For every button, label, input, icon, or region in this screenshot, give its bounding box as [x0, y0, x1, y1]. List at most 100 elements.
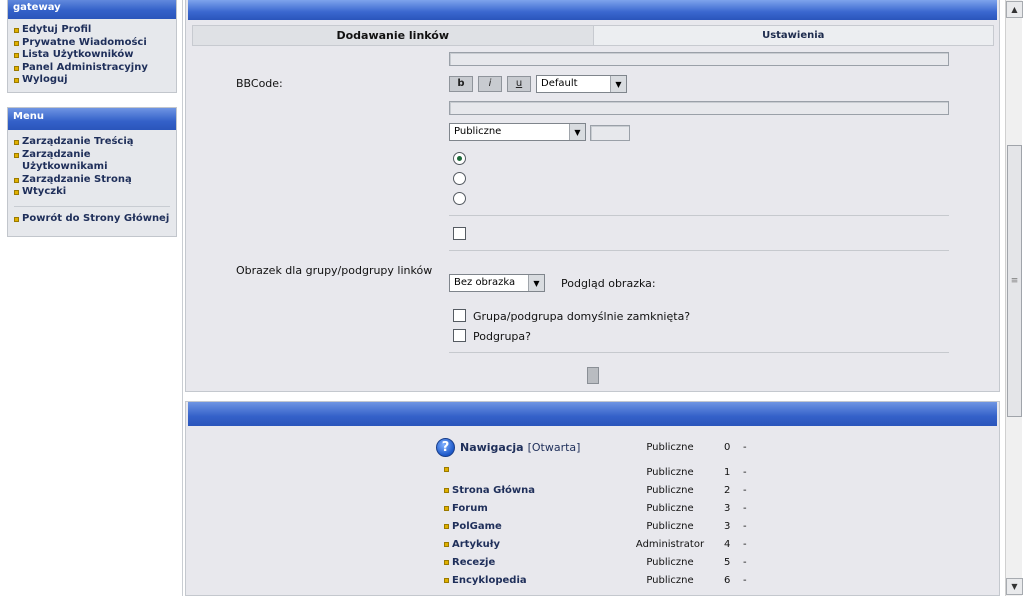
nav-link[interactable]: Forum — [444, 503, 488, 514]
sidebar-link-back-home[interactable]: Powrót do Strony Głównej — [14, 213, 170, 226]
nav-group-access: Publiczne — [646, 442, 694, 453]
nav-group-status: [Otwarta] — [527, 441, 581, 454]
nav-group-title[interactable]: ? Nawigacja [Otwarta] — [436, 438, 580, 457]
square-bullet-icon — [14, 140, 19, 145]
bold-button[interactable]: b — [449, 76, 473, 92]
nav-link-dash: - — [743, 485, 747, 496]
order-input[interactable] — [590, 125, 630, 141]
nav-link-order: 6 — [724, 575, 731, 586]
square-bullet-icon — [14, 28, 19, 33]
square-bullet-icon — [444, 506, 449, 511]
font-select-value: Default — [541, 78, 578, 89]
sidebar-link-logout[interactable]: Wyloguj — [14, 74, 170, 87]
window-radio-3[interactable] — [453, 192, 466, 205]
sidebar-link-label: Edytuj Profil — [22, 24, 92, 35]
chevron-down-icon: ▼ — [569, 124, 585, 140]
nav-link-label: Artykuły — [452, 539, 500, 550]
italic-button[interactable]: i — [478, 76, 502, 92]
square-bullet-icon — [444, 488, 449, 493]
nav-link[interactable] — [444, 467, 452, 472]
menu-panel-title: Menu — [8, 108, 176, 130]
scroll-up-arrow-icon[interactable]: ▲ — [1006, 1, 1023, 18]
submit-button[interactable] — [587, 367, 599, 384]
image-preview-label: Podgląd obrazka: — [561, 277, 656, 290]
sidebar-link-user-management[interactable]: Zarządzanie Użytkownikami — [14, 149, 170, 174]
square-bullet-icon — [444, 560, 449, 565]
vertical-scrollbar[interactable]: ▲ ≡ ▼ — [1005, 0, 1023, 596]
sidebar-link-user-list[interactable]: Lista Użytkowników — [14, 49, 170, 62]
option-checkbox[interactable] — [453, 227, 466, 240]
divider — [449, 215, 949, 216]
nav-link-dash: - — [743, 521, 747, 532]
tab-settings[interactable]: Ustawienia — [594, 26, 994, 45]
image-label: Obrazek dla grupy/podgrupy linków — [236, 264, 433, 277]
window-radio-2[interactable] — [453, 172, 466, 185]
nav-link-dash: - — [743, 467, 747, 478]
square-bullet-icon — [14, 190, 19, 195]
nav-link[interactable]: PolGame — [444, 521, 502, 532]
image-select-value: Bez obrazka — [454, 277, 516, 288]
image-select[interactable]: Bez obrazka ▼ — [449, 274, 545, 292]
closed-by-default-checkbox[interactable] — [453, 309, 466, 322]
nav-link-dash: - — [743, 575, 747, 586]
nav-link-label: PolGame — [452, 521, 502, 532]
chevron-down-icon: ▼ — [610, 76, 626, 92]
link-groups-panel: ? Nawigacja [Otwarta] Publiczne 0 - Publ… — [185, 401, 1000, 596]
sidebar-link-plugins[interactable]: Wtyczki — [14, 186, 170, 199]
sidebar-link-private-messages[interactable]: Prywatne Wiadomości — [14, 37, 170, 50]
nav-link-access: Publiczne — [646, 467, 694, 478]
square-bullet-icon — [444, 542, 449, 547]
nav-link-access: Publiczne — [646, 557, 694, 568]
nav-link-order: 3 — [724, 521, 731, 532]
square-bullet-icon — [14, 40, 19, 46]
nav-link-access: Publiczne — [646, 503, 694, 514]
chevron-down-icon: ▼ — [528, 275, 544, 291]
nav-link-label: Encyklopedia — [452, 575, 527, 586]
divider — [449, 250, 949, 251]
nav-group-name: Nawigacja — [460, 441, 524, 454]
sidebar-divider — [14, 205, 170, 207]
nav-link-access: Publiczne — [646, 521, 694, 532]
sidebar-link-admin-panel[interactable]: Panel Administracyjny — [14, 62, 170, 75]
sidebar-link-label: Panel Administracyjny — [22, 61, 148, 73]
underline-button[interactable]: u — [507, 76, 531, 92]
subgroup-checkbox[interactable] — [453, 329, 466, 342]
nav-link[interactable]: Recezje — [444, 557, 495, 568]
nav-link-order: 3 — [724, 503, 731, 514]
access-select[interactable]: Publiczne ▼ — [449, 123, 586, 141]
user-panel-title: gateway — [8, 0, 176, 19]
square-bullet-icon — [14, 177, 19, 183]
sidebar-link-label: Prywatne Wiadomości — [22, 36, 147, 48]
menu-panel: Menu Zarządzanie Treścią Zarządzanie Uży… — [7, 107, 177, 237]
user-panel: gateway Edytuj Profil Prywatne Wiadomośc… — [7, 0, 177, 93]
nav-link[interactable]: Strona Główna — [444, 485, 535, 496]
sidebar-link-label: Powrót do Strony Głównej — [22, 212, 170, 224]
panel-header-bar — [188, 402, 997, 426]
bbcode-label: BBCode: — [236, 77, 283, 90]
link-name-input[interactable] — [449, 52, 949, 66]
link-form-panel: Dodawanie linków Ustawienia BBCode: b i … — [185, 0, 1000, 392]
scrollbar-thumb[interactable]: ≡ — [1007, 145, 1022, 417]
nav-link[interactable]: Artykuły — [444, 539, 500, 550]
sidebar-link-content-management[interactable]: Zarządzanie Treścią — [14, 136, 170, 149]
square-bullet-icon — [14, 78, 19, 83]
nav-link-access: Administrator — [635, 539, 705, 550]
square-bullet-icon — [14, 152, 19, 158]
sidebar-link-label: Zarządzanie Stroną — [22, 173, 132, 185]
nav-link-label: Strona Główna — [452, 485, 536, 496]
sidebar-link-site-management[interactable]: Zarządzanie Stroną — [14, 174, 170, 187]
nav-link-dash: - — [743, 557, 747, 568]
nav-link-dash: - — [743, 503, 747, 514]
scroll-down-arrow-icon[interactable]: ▼ — [1006, 578, 1023, 595]
nav-link[interactable]: Encyklopedia — [444, 575, 527, 586]
nav-link-order: 2 — [724, 485, 731, 496]
window-radio-1[interactable] — [453, 152, 466, 165]
divider — [449, 352, 949, 353]
tab-add-links[interactable]: Dodawanie linków — [193, 26, 594, 45]
sidebar-link-edit-profile[interactable]: Edytuj Profil — [14, 24, 170, 37]
link-url-input[interactable] — [449, 101, 949, 115]
square-bullet-icon — [14, 216, 19, 222]
sidebar-link-label: Zarządzanie Treścią — [22, 136, 134, 147]
sidebar-link-label: Wyloguj — [22, 74, 68, 85]
font-select[interactable]: Default ▼ — [536, 75, 627, 93]
